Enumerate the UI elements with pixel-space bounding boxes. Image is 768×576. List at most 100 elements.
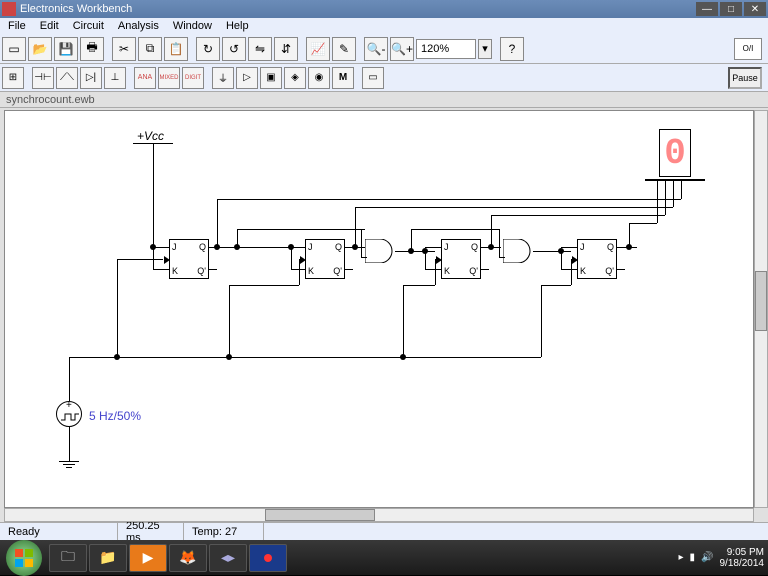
wire (657, 181, 658, 223)
close-button[interactable]: ✕ (744, 2, 766, 16)
paste-icon[interactable]: 📋 (164, 37, 188, 61)
indicator-icon[interactable]: ◉ (308, 67, 330, 89)
resistor-icon[interactable]: ⟋⟍ (56, 67, 78, 89)
graph-icon[interactable]: 📈 (306, 37, 330, 61)
power-switch[interactable]: O/I (734, 38, 762, 60)
ana-icon[interactable]: ANA (134, 67, 156, 89)
menu-analysis[interactable]: Analysis (112, 20, 165, 32)
canvas-area: +Vcc 0 J K Q Q' (0, 108, 768, 522)
jk-flipflop-2[interactable]: J K Q Q' (305, 239, 345, 279)
ground-symbol (59, 461, 79, 468)
seven-segment-display[interactable]: 0 (659, 129, 691, 177)
jk-flipflop-1[interactable]: J K Q Q' (169, 239, 209, 279)
node (226, 354, 232, 360)
tray-volume-icon[interactable]: 🔊 (701, 552, 713, 563)
pause-button[interactable]: Pause (728, 67, 762, 89)
tray-clock[interactable]: 9:05 PM 9/18/2014 (720, 547, 765, 569)
menu-help[interactable]: Help (220, 20, 255, 32)
print-icon[interactable]: 🖶 (80, 37, 104, 61)
menu-window[interactable]: Window (167, 20, 218, 32)
menu-circuit[interactable]: Circuit (67, 20, 110, 32)
file-tab[interactable]: synchrocount.ewb (0, 92, 768, 108)
and-gate-2[interactable] (503, 239, 533, 263)
wire (629, 223, 630, 247)
mixed-icon[interactable]: MIXED (158, 67, 180, 89)
scrollbar-thumb[interactable] (265, 509, 375, 521)
wire (361, 229, 362, 257)
ground-icon[interactable]: ⏚ (212, 67, 234, 89)
wire (69, 357, 541, 358)
clock-source[interactable]: + (56, 401, 82, 427)
jk-flipflop-4[interactable]: J K Q Q' (577, 239, 617, 279)
menu-file[interactable]: File (2, 20, 32, 32)
toolbar-components: ⊞ ⊣⊢ ⟋⟍ ▷| ⊥ ANA MIXED DIGIT ⏚ ▷ ▣ ◈ ◉ M… (0, 64, 768, 92)
wire (209, 269, 217, 270)
zoom-level[interactable]: 120% (416, 39, 476, 59)
vertical-scrollbar[interactable] (754, 110, 768, 508)
wire (561, 269, 577, 270)
wire (411, 229, 499, 230)
wire (69, 427, 70, 461)
wire (491, 215, 665, 216)
flip-h-icon[interactable]: ⇋ (248, 37, 272, 61)
clock-input-icon (300, 256, 306, 264)
menubar: File Edit Circuit Analysis Window Help (0, 18, 768, 34)
taskbar-firefox-icon[interactable]: 🦊 (169, 544, 207, 572)
wire (237, 229, 365, 230)
zoom-out-icon[interactable]: 🔍- (364, 37, 388, 61)
maximize-button[interactable]: □ (720, 2, 742, 16)
window-title: Electronics Workbench (20, 3, 696, 15)
wire (153, 247, 169, 248)
digit-icon[interactable]: DIGIT (182, 67, 204, 89)
save-icon[interactable]: 💾 (54, 37, 78, 61)
menu-edit[interactable]: Edit (34, 20, 65, 32)
capacitor-icon[interactable]: ⊣⊢ (32, 67, 54, 89)
taskbar-mediaplayer-icon[interactable]: ▶ (129, 544, 167, 572)
wire (69, 357, 70, 401)
rotate-cw-icon[interactable]: ↻ (196, 37, 220, 61)
gate-icon[interactable]: ▷ (236, 67, 258, 89)
system-tray: ▸ ▮ 🔊 9:05 PM 9/18/2014 (679, 547, 768, 569)
window-titlebar: Electronics Workbench — □ ✕ (0, 0, 768, 18)
wire (117, 259, 163, 260)
wire (117, 259, 118, 357)
zoom-dropdown-icon[interactable]: ▾ (478, 39, 492, 59)
start-button[interactable] (6, 540, 42, 576)
open-icon[interactable]: 📂 (28, 37, 52, 61)
misc-icon[interactable]: ◈ (284, 67, 306, 89)
clock-input-icon (572, 256, 578, 264)
flip-v-icon[interactable]: ⇵ (274, 37, 298, 61)
copy-icon[interactable]: ⧉ (138, 37, 162, 61)
tray-flag-icon[interactable]: ▸ (679, 552, 684, 563)
m-icon[interactable]: M (332, 67, 354, 89)
wire (217, 199, 681, 200)
and-gate-1[interactable] (365, 239, 395, 263)
taskbar-vs-icon[interactable]: ◂▸ (209, 544, 247, 572)
zoom-in-icon[interactable]: 🔍+ (390, 37, 414, 61)
taskbar-explorer-icon[interactable]: 🗀 (49, 544, 87, 572)
wire (533, 251, 571, 252)
new-icon[interactable]: ▭ (2, 37, 26, 61)
app-icon (2, 2, 16, 16)
minimize-button[interactable]: — (696, 2, 718, 16)
wire (481, 269, 489, 270)
jk-flipflop-3[interactable]: J K Q Q' (441, 239, 481, 279)
circuit-canvas[interactable]: +Vcc 0 J K Q Q' (4, 110, 754, 508)
cut-icon[interactable]: ✂ (112, 37, 136, 61)
ic-icon[interactable]: ▣ (260, 67, 282, 89)
help-icon[interactable]: ? (500, 37, 524, 61)
horizontal-scrollbar[interactable] (4, 508, 754, 522)
probe-icon[interactable]: ✎ (332, 37, 356, 61)
scrollbar-thumb[interactable] (755, 271, 767, 331)
tray-network-icon[interactable]: ▮ (690, 552, 696, 563)
node (400, 354, 406, 360)
wire (355, 207, 356, 247)
meter-icon[interactable]: ▭ (362, 67, 384, 89)
taskbar-ewb-icon[interactable] (249, 544, 287, 572)
transistor-icon[interactable]: ⊥ (104, 67, 126, 89)
diode-icon[interactable]: ▷| (80, 67, 102, 89)
taskbar-folder-icon[interactable]: 📁 (89, 544, 127, 572)
grid-icon[interactable]: ⊞ (2, 67, 24, 89)
wire (395, 251, 435, 252)
rotate-ccw-icon[interactable]: ↺ (222, 37, 246, 61)
